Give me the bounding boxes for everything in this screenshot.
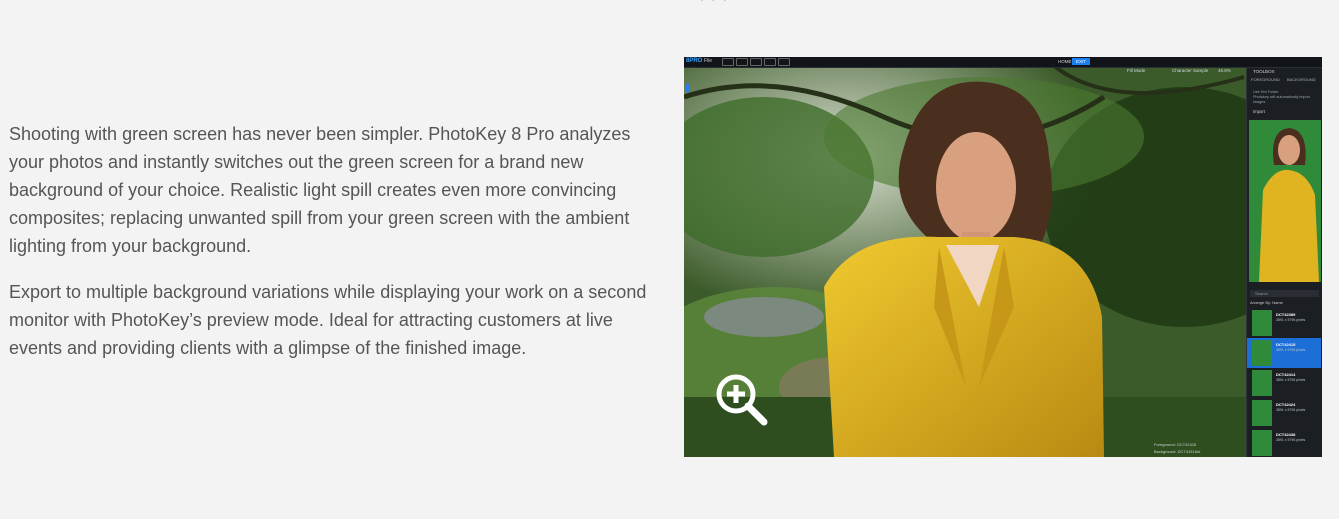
hot-folder-desc: Photokey will automatically import image… <box>1253 95 1310 104</box>
paragraph-1: Shooting with green screen has never bee… <box>9 124 631 256</box>
foreground-value: DCT42415 <box>1176 442 1197 447</box>
fill-mode-button[interactable]: Fill Mode <box>1127 68 1145 73</box>
file-thumbnail <box>1252 340 1272 366</box>
compare-icon[interactable] <box>750 58 762 66</box>
toolbox-title: TOOLBOX <box>1253 69 1275 74</box>
split-view-icon[interactable] <box>764 58 776 66</box>
mode-exit[interactable]: EXIT <box>1072 58 1091 65</box>
file-item[interactable]: DCT42389 3891 x 5796 pixels <box>1247 308 1321 338</box>
composite-image <box>684 57 1322 457</box>
file-thumbnail <box>1252 310 1272 336</box>
undo-icon[interactable] <box>722 58 734 66</box>
background-label: Background: <box>1154 449 1177 454</box>
file-name: DCT42414 <box>1276 372 1296 377</box>
file-meta: 3891 x 5796 pixels <box>1276 348 1306 352</box>
file-item[interactable]: DCT42414 3891 x 5796 pixels <box>1247 368 1321 398</box>
file-thumbnail <box>1252 370 1272 396</box>
toolbox-tabs: FOREGROUND BACKGROUND <box>1249 77 1320 84</box>
file-name: DCT42415 <box>1276 342 1296 347</box>
file-item[interactable]: DCT42424 3891 x 5796 pixels <box>1247 398 1321 428</box>
foreground-preview <box>1249 120 1321 282</box>
app-screenshot[interactable]: 8PRO File HOME EXIT Fill Mode Character … <box>684 57 1322 457</box>
feature-description: Shooting with green screen has never bee… <box>9 120 649 380</box>
character-sample-button[interactable]: Character Sample <box>1172 68 1208 73</box>
file-meta: 3891 x 5796 pixels <box>1276 438 1306 442</box>
file-name: DCT42389 <box>1276 312 1296 317</box>
monitor-icon[interactable] <box>778 58 790 66</box>
toolbox-panel: TOOLBOX FOREGROUND BACKGROUND Use Hot Fo… <box>1246 68 1322 457</box>
zoom-in-icon[interactable] <box>714 372 770 428</box>
file-list: DCT42389 3891 x 5796 pixels DCT42415 389… <box>1247 308 1321 457</box>
layer-info: Foreground: DCT42415 Background: DCT4151… <box>1154 441 1200 455</box>
file-meta: 3891 x 5796 pixels <box>1276 318 1306 322</box>
app-logo: 8PRO <box>686 58 703 64</box>
file-item[interactable]: DCT42438 3891 x 5796 pixels <box>1247 428 1321 457</box>
tab-foreground[interactable]: FOREGROUND <box>1251 77 1280 82</box>
foreground-label: Foreground: <box>1154 442 1176 447</box>
background-value: DCT41518of <box>1177 449 1201 454</box>
zoom-level[interactable]: 46.8% <box>1218 68 1231 73</box>
preview-image <box>1249 120 1321 282</box>
tab-background[interactable]: BACKGROUND <box>1287 77 1316 82</box>
top-cut-text: · · · <box>0 0 1339 4</box>
hot-folder-option[interactable]: Use Hot Folder Photokey will automatical… <box>1253 90 1317 105</box>
import-button[interactable]: Import <box>1253 109 1265 114</box>
search-input[interactable]: Search <box>1250 290 1319 297</box>
paragraph-2: Export to multiple background variations… <box>9 282 647 358</box>
file-meta: 3891 x 5796 pixels <box>1276 378 1306 382</box>
redo-icon[interactable] <box>736 58 748 66</box>
app-menubar: 8PRO File HOME EXIT <box>684 57 1322 68</box>
tool-indicator <box>685 84 689 92</box>
file-thumbnail <box>1252 430 1272 456</box>
file-thumbnail <box>1252 400 1272 426</box>
file-name: DCT42438 <box>1276 432 1296 437</box>
file-menu[interactable]: File <box>704 58 712 64</box>
file-meta: 3891 x 5796 pixels <box>1276 408 1306 412</box>
file-name: DCT42424 <box>1276 402 1296 407</box>
view-toolbar: Fill Mode Character Sample 46.8% <box>684 68 1246 76</box>
file-item-selected[interactable]: DCT42415 3891 x 5796 pixels <box>1247 338 1321 368</box>
arrange-by-label[interactable]: Arrange By: Name <box>1250 300 1283 305</box>
